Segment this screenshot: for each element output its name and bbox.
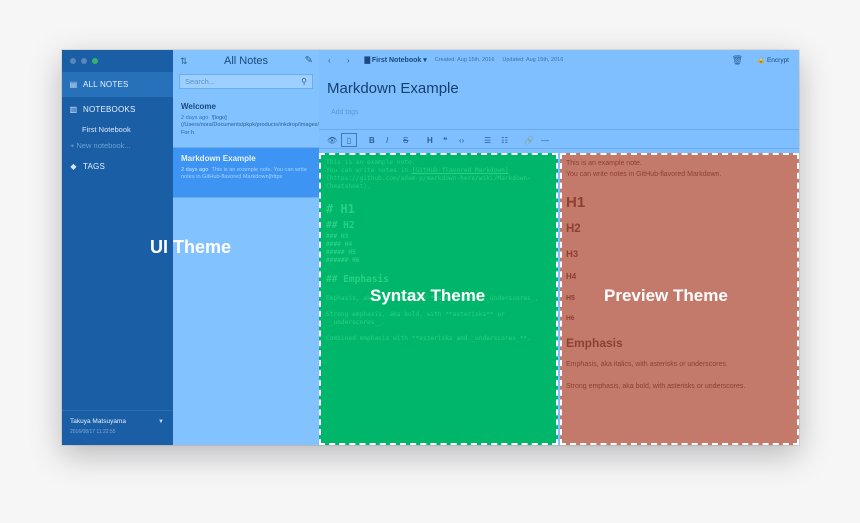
search-icon: ⚲ <box>301 77 307 86</box>
ui-theme-label: UI Theme <box>150 237 232 257</box>
back-forward-icons[interactable]: ‹ › <box>328 56 357 65</box>
note-title: Welcome <box>181 102 216 111</box>
notes-list-header: ⇅ All Notes ✎ <box>173 50 319 72</box>
new-notebook-link[interactable]: + New notebook... <box>70 141 131 150</box>
strikethrough-icon[interactable]: S <box>403 133 408 147</box>
updated-date: Updated: Aug 15th, 2016 <box>502 57 564 63</box>
sync-date: 2016/08/17 11:22:55 <box>70 429 116 435</box>
note-title: Markdown Example <box>181 154 256 163</box>
close-window-button[interactable] <box>70 58 76 64</box>
note-title-input[interactable]: Markdown Example <box>327 80 459 97</box>
sort-icon[interactable]: ⇅ <box>180 56 188 67</box>
compose-icon[interactable]: ✎ <box>305 55 313 66</box>
trash-icon[interactable]: 🗑 <box>732 55 743 66</box>
tags-input[interactable]: Add tags <box>331 109 359 116</box>
user-name: Takuya Matsuyama <box>70 418 126 425</box>
tag-icon: ◆ <box>70 162 77 171</box>
zoom-window-button[interactable] <box>92 58 98 64</box>
encrypt-button[interactable]: 🔒 Encrypt <box>757 56 789 64</box>
format-toolbar: 👁 ▯ B I S H ❝ ‹› ☰ ☷ 🔗 — <box>319 129 799 149</box>
preview-toggle-icon[interactable]: 👁 <box>327 133 337 147</box>
sidebar-item-all-notes[interactable]: ▤ ALL NOTES <box>62 72 173 97</box>
notebook-icon: ▥ <box>69 105 78 114</box>
bold-icon[interactable]: B <box>369 133 375 147</box>
list-item[interactable]: Markdown Example 2 days ago This is an e… <box>173 148 319 198</box>
numbered-list-icon[interactable]: ☷ <box>501 133 508 147</box>
created-date: Created: Aug 15th, 2016 <box>434 57 495 63</box>
list-item[interactable]: Welcome 2 days ago ![logo](/Users/nora/D… <box>173 96 360 148</box>
markdown-source: This is an example note. You can write n… <box>326 159 539 342</box>
note-snippet: 2 days ago ![logo](/Users/nora/Documents… <box>181 115 360 136</box>
heading-icon[interactable]: H <box>427 133 433 147</box>
bullet-list-icon[interactable]: ☰ <box>484 133 491 147</box>
sidebar-item-tags[interactable]: ◆ TAGS <box>62 154 173 179</box>
notebook-selector[interactable]: ▇ First Notebook ▾ <box>365 56 427 64</box>
italic-icon[interactable]: I <box>386 133 388 147</box>
minimize-window-button[interactable] <box>81 58 87 64</box>
chevron-down-icon: ▼ <box>158 419 164 425</box>
quote-icon[interactable]: ❝ <box>443 133 447 147</box>
syntax-theme-label: Syntax Theme <box>370 286 486 305</box>
window-controls <box>70 58 98 64</box>
search-input[interactable]: Search... ⚲ <box>179 74 313 89</box>
note-snippet: 2 days ago This is an example note. You … <box>181 167 307 181</box>
horizontal-rule-icon[interactable]: — <box>541 133 549 147</box>
sidebar-item-first-notebook[interactable]: First Notebook <box>82 125 131 134</box>
notes-icon: ▤ <box>69 80 78 89</box>
notes-list-title: All Notes <box>223 55 269 67</box>
split-view-icon[interactable]: ▯ <box>341 133 357 147</box>
editor-topbar: ‹ › ▇ First Notebook ▾ Created: Aug 15th… <box>319 50 799 70</box>
app-window: ▤ ALL NOTES ▥ NOTEBOOKS First Notebook +… <box>62 50 799 445</box>
user-menu[interactable]: Takuya Matsuyama 2016/08/17 11:22:55 ▼ <box>62 410 173 445</box>
code-icon[interactable]: ‹› <box>459 133 464 147</box>
sidebar-item-notebooks[interactable]: ▥ NOTEBOOKS <box>62 97 173 122</box>
preview-theme-label: Preview Theme <box>604 286 728 305</box>
editor: ‹ › ▇ First Notebook ▾ Created: Aug 15th… <box>319 50 799 445</box>
link-icon[interactable]: 🔗 <box>524 133 534 147</box>
preview-content: This is an example note. You can write n… <box>566 160 746 390</box>
